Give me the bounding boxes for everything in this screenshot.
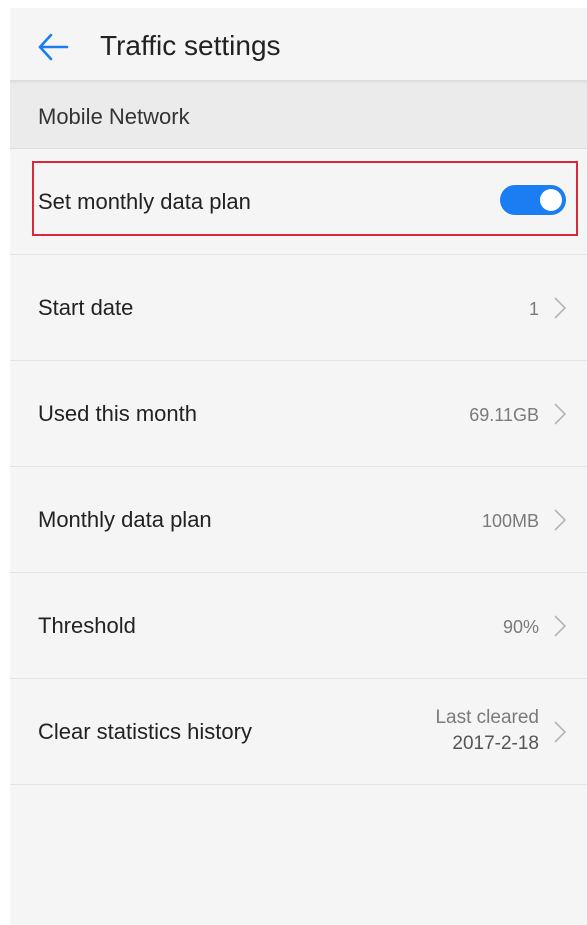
- setting-value-multiline: Last cleared 2017-2-18: [435, 705, 539, 757]
- section-label: Mobile Network: [38, 104, 190, 129]
- chevron-right-icon: [554, 403, 567, 425]
- highlight-box: [32, 161, 578, 236]
- traffic-settings-screen: Traffic settings Mobile Network Set mont…: [10, 8, 587, 925]
- last-cleared-date: 2017-2-18: [452, 733, 539, 754]
- last-cleared-label: Last cleared: [435, 707, 539, 728]
- setting-row-used-this-month[interactable]: Used this month 69.11GB: [10, 361, 587, 467]
- setting-label: Start date: [38, 295, 134, 320]
- chevron-right-icon: [554, 615, 567, 637]
- setting-value: 1: [528, 299, 539, 319]
- setting-row-start-date[interactable]: Start date 1: [10, 255, 587, 361]
- arrow-left-icon[interactable]: [36, 30, 70, 64]
- app-header: Traffic settings: [10, 8, 587, 82]
- setting-value: 100MB: [481, 511, 539, 531]
- chevron-right-icon: [554, 297, 567, 319]
- setting-value: 90%: [502, 617, 539, 637]
- setting-label: Used this month: [38, 401, 197, 426]
- setting-row-monthly-data-plan[interactable]: Monthly data plan 100MB: [10, 467, 587, 573]
- chevron-right-icon: [554, 721, 567, 743]
- setting-label: Clear statistics history: [38, 719, 252, 744]
- setting-value: 69.11GB: [469, 405, 539, 425]
- setting-label: Monthly data plan: [38, 507, 212, 532]
- chevron-right-icon: [554, 509, 567, 531]
- setting-row-clear-statistics-history[interactable]: Clear statistics history Last cleared 20…: [10, 679, 587, 785]
- section-header: Mobile Network: [10, 84, 587, 149]
- setting-label: Threshold: [38, 613, 136, 638]
- page-title: Traffic settings: [100, 30, 281, 61]
- setting-row-threshold[interactable]: Threshold 90%: [10, 573, 587, 679]
